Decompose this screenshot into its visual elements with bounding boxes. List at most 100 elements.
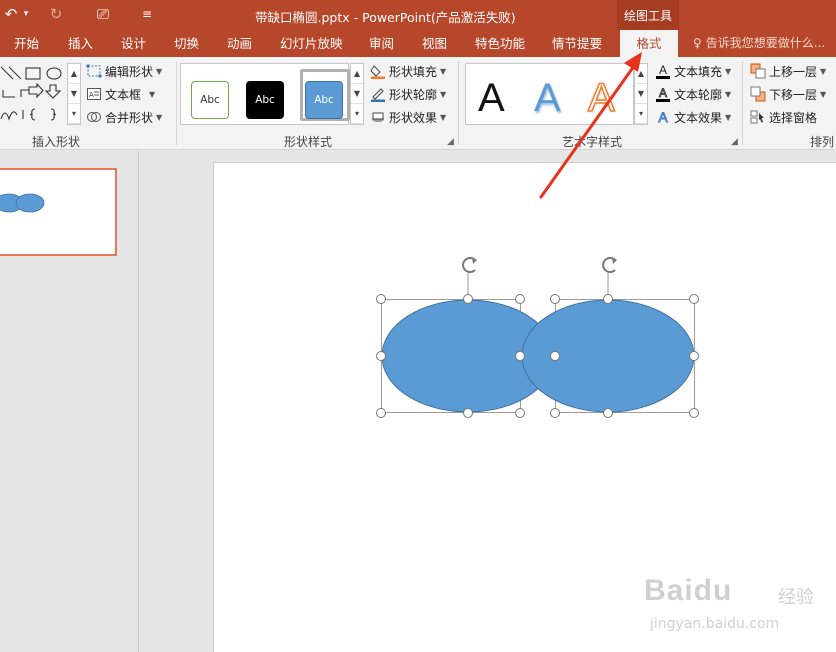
text-outline-button[interactable]: A 文本轮廓 ▼ <box>655 84 731 104</box>
wordart-style-orange-outline[interactable]: A <box>587 75 615 121</box>
tell-me-text: 告诉我您想要做什么... <box>705 36 826 50</box>
customize-toolbar-icon[interactable]: ≡ <box>138 4 156 24</box>
scroll-up-icon[interactable]: ▲ <box>635 64 647 84</box>
shape-styles-scroll[interactable]: ▲ ▼ ▾ <box>350 63 364 125</box>
tab-slideshow[interactable]: 幻灯片放映 <box>280 30 343 57</box>
gallery-more-icon[interactable]: ▾ <box>351 104 363 124</box>
send-backward-button[interactable]: 下移一层 ▼ <box>750 84 826 104</box>
resize-handle[interactable] <box>603 294 613 304</box>
scroll-down-icon[interactable]: ▼ <box>351 84 363 104</box>
insert-shapes-group-label: 插入形状 <box>32 135 81 149</box>
resize-handle[interactable] <box>515 408 525 418</box>
rotate-handle-icon[interactable] <box>462 257 477 273</box>
scroll-down-icon[interactable]: ▼ <box>68 84 80 104</box>
tab-storyboard[interactable]: 情节提要 <box>552 30 602 57</box>
ellipse-shape-right[interactable] <box>521 299 695 413</box>
text-fill-label: 文本填充 <box>674 64 723 79</box>
wordart-styles-gallery[interactable]: A A A <box>465 63 634 125</box>
resize-handle[interactable] <box>376 351 386 361</box>
resize-handle[interactable] <box>376 294 386 304</box>
tab-transitions[interactable]: 切换 <box>174 30 199 57</box>
text-effects-dropdown-icon: ▼ <box>725 112 732 122</box>
edit-shape-button[interactable]: 编辑形状 ▼ <box>86 61 162 81</box>
scroll-down-icon[interactable]: ▼ <box>635 84 647 104</box>
tab-view[interactable]: 视图 <box>422 30 447 57</box>
shapes-gallery-scroll[interactable]: ▲ ▼ ▾ <box>67 63 81 125</box>
gallery-more-icon[interactable]: ▾ <box>68 104 80 124</box>
scroll-up-icon[interactable]: ▲ <box>351 64 363 84</box>
undo-dropdown-icon[interactable]: ▾ <box>20 4 32 24</box>
ribbon-format: ▲ ▼ ▾ 编辑形状 ▼ A 文本框 ▼ 合并形状 ▼ 插入形状 Abc Abc Ab… <box>0 57 836 150</box>
text-outline-dropdown-icon: ▼ <box>725 89 732 99</box>
resize-handle[interactable] <box>550 351 560 361</box>
shape-outline-button[interactable]: 形状轮廓 ▼ <box>370 84 446 104</box>
baidu-jingyan-watermark: Baidu 经验 jingyan.baidu.com <box>640 570 830 642</box>
slide-thumbnail[interactable] <box>0 168 117 256</box>
tab-features[interactable]: 特色功能 <box>475 30 525 57</box>
shapes-gallery-icons[interactable] <box>0 63 67 125</box>
window-title: 带缺口椭圆.pptx - PowerPoint(产品激活失败) <box>255 10 516 25</box>
slide-thumbnail-shapes <box>0 193 45 213</box>
text-box-button[interactable]: A 文本框 ▼ <box>86 84 155 104</box>
wordart-style-blue[interactable]: A <box>534 76 561 121</box>
resize-handle[interactable] <box>603 408 613 418</box>
redo-icon[interactable]: ↻ <box>46 4 66 24</box>
shape-style-black-fill[interactable]: Abc <box>246 81 284 119</box>
shape-fill-button[interactable]: 形状填充 ▼ <box>370 61 446 81</box>
wordart-styles-scroll[interactable]: ▲ ▼ ▾ <box>634 63 648 125</box>
text-effects-icon: A <box>658 109 668 126</box>
text-effects-button[interactable]: A 文本效果 ▼ <box>655 107 731 127</box>
send-backward-dropdown-icon: ▼ <box>820 89 827 99</box>
shape-effects-button[interactable]: 形状效果 ▼ <box>370 107 446 127</box>
wordart-style-black[interactable]: A <box>478 76 505 121</box>
text-fill-icon: A <box>655 63 671 79</box>
shape-outline-label: 形状轮廓 <box>389 87 438 102</box>
resize-handle[interactable] <box>689 294 699 304</box>
group-separator <box>176 61 177 145</box>
rotate-handle-icon[interactable] <box>602 257 617 273</box>
shape-effects-label: 形状效果 <box>389 110 438 125</box>
text-fill-button[interactable]: A 文本填充 ▼ <box>655 61 731 81</box>
bring-forward-button[interactable]: 上移一层 ▼ <box>750 61 826 81</box>
slide-thumbnail-pane[interactable] <box>0 151 139 652</box>
resize-handle[interactable] <box>689 408 699 418</box>
text-outline-icon: A <box>655 86 671 102</box>
resize-handle[interactable] <box>463 408 473 418</box>
dialog-launcher-icon[interactable]: ◢ <box>731 137 738 147</box>
shapes-gallery[interactable] <box>0 63 67 125</box>
resize-handle[interactable] <box>689 351 699 361</box>
tab-design[interactable]: 设计 <box>121 30 146 57</box>
resize-handle[interactable] <box>463 294 473 304</box>
merge-shapes-button[interactable]: 合并形状 ▼ <box>86 107 162 127</box>
tab-review[interactable]: 审阅 <box>369 30 394 57</box>
tab-insert[interactable]: 插入 <box>68 30 93 57</box>
tab-home[interactable]: 开始 <box>14 30 39 57</box>
text-outline-label: 文本轮廓 <box>674 87 723 102</box>
resize-handle[interactable] <box>376 408 386 418</box>
dialog-launcher-icon[interactable]: ◢ <box>447 137 454 147</box>
resize-handle[interactable] <box>515 351 525 361</box>
shape-style-outline-green[interactable]: Abc <box>191 81 229 119</box>
shape-effects-icon <box>370 109 386 125</box>
text-box-icon: A <box>86 86 102 102</box>
shape-style-blue-fill[interactable]: Abc <box>305 81 343 119</box>
tell-me-search[interactable]: ♀ 告诉我您想要做什么... <box>693 30 825 57</box>
edit-shape-icon <box>86 63 102 79</box>
scroll-up-icon[interactable]: ▲ <box>68 64 80 84</box>
resize-handle[interactable] <box>515 294 525 304</box>
tab-animations[interactable]: 动画 <box>227 30 252 57</box>
gallery-more-icon[interactable]: ▾ <box>635 104 647 124</box>
shape-styles-gallery[interactable]: Abc Abc Abc <box>180 63 350 125</box>
undo-icon[interactable]: ↶ <box>2 4 20 24</box>
text-box-label: 文本框 <box>105 87 142 102</box>
shape-fill-dropdown-icon: ▼ <box>440 66 447 76</box>
resize-handle[interactable] <box>550 408 560 418</box>
send-backward-label: 下移一层 <box>769 87 818 102</box>
tab-format[interactable]: 格式 <box>620 30 678 57</box>
arrange-group-label: 排列 <box>810 135 835 149</box>
selection-pane-button[interactable]: 选择窗格 <box>750 107 817 127</box>
group-separator <box>458 61 459 145</box>
resize-handle[interactable] <box>550 294 560 304</box>
selection-pane-icon <box>750 109 766 125</box>
start-slideshow-icon[interactable]: ⎚ <box>92 4 114 24</box>
